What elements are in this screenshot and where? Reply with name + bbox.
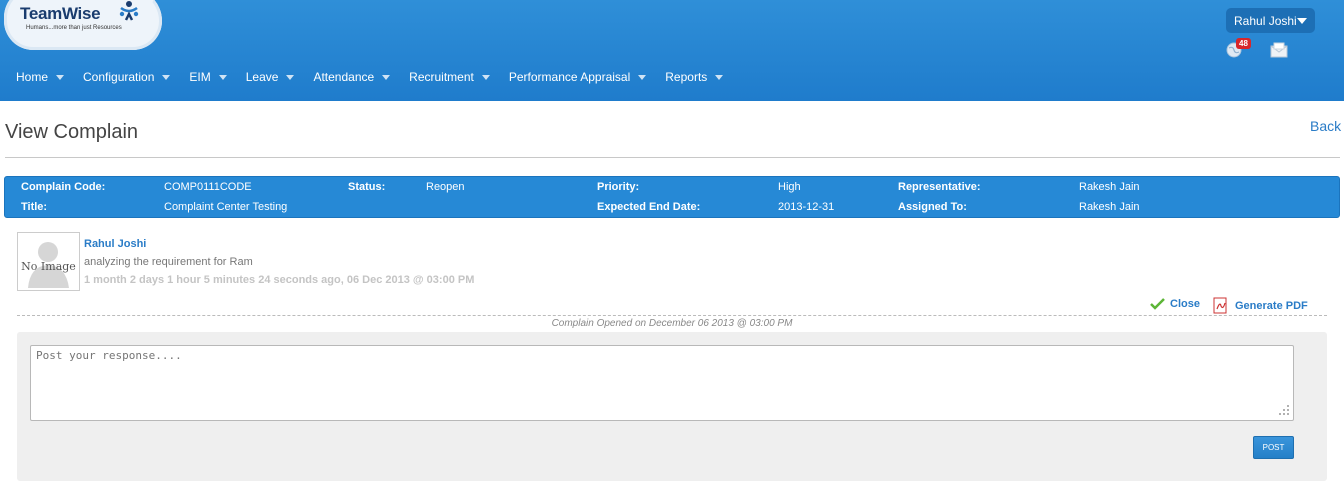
nav-label: EIM: [189, 70, 211, 84]
status-value: Reopen: [426, 181, 465, 193]
end-date-label: Expected End Date:: [597, 201, 701, 213]
user-name: Rahul Joshi: [1234, 14, 1297, 28]
brand-tagline: Humans...more than just Resources: [26, 25, 122, 31]
nav-attendance[interactable]: Attendance: [297, 66, 391, 88]
brand-name: TeamWise: [20, 4, 101, 23]
complain-code-label: Complain Code:: [21, 181, 106, 193]
main-nav: Home Configuration EIM Leave Attendance …: [0, 66, 726, 88]
caret-down-icon: [286, 75, 295, 80]
resize-grip-icon[interactable]: [1278, 404, 1290, 416]
assigned-label: Assigned To:: [898, 201, 967, 213]
check-icon: [1150, 298, 1165, 310]
caret-down-icon: [56, 75, 65, 80]
mail-icon[interactable]: [1270, 42, 1288, 58]
avatar: No Image: [17, 232, 80, 291]
end-date-value: 2013-12-31: [778, 201, 835, 213]
caret-down-icon: [1297, 18, 1307, 24]
app-header: TeamWise Humans...more than just Resourc…: [0, 0, 1344, 101]
page-title: View Complain: [5, 121, 139, 143]
nav-label: Performance Appraisal: [508, 70, 631, 84]
complain-info-bar: Complain Code: COMP0111CODE Title: Compl…: [4, 176, 1340, 218]
generate-pdf-button[interactable]: Generate PDF: [1212, 297, 1308, 314]
comment-author[interactable]: Rahul Joshi: [84, 238, 146, 250]
comment-timestamp: 1 month 2 days 1 hour 5 minutes 24 secon…: [84, 274, 475, 286]
nav-home[interactable]: Home: [0, 66, 65, 88]
caret-down-icon: [715, 75, 724, 80]
generate-pdf-label: Generate PDF: [1235, 299, 1308, 312]
title-label: Title:: [21, 201, 48, 213]
nav-reports[interactable]: Reports: [649, 66, 724, 88]
nav-label: Home: [16, 70, 49, 84]
caret-down-icon: [481, 75, 490, 80]
comment-text: analyzing the requirement for Ram: [84, 256, 253, 268]
nav-label: Attendance: [313, 70, 375, 84]
caret-down-icon: [218, 75, 227, 80]
people-logo-icon: [119, 1, 139, 21]
nav-configuration[interactable]: Configuration: [67, 66, 171, 88]
back-link[interactable]: Back: [1310, 118, 1341, 134]
caret-down-icon: [162, 75, 171, 80]
close-button[interactable]: Close: [1150, 297, 1200, 310]
priority-label: Priority:: [597, 181, 640, 193]
caret-down-icon: [638, 75, 647, 80]
response-input[interactable]: [30, 345, 1294, 421]
dashed-divider: [17, 315, 1327, 316]
representative-label: Representative:: [898, 181, 981, 193]
close-label: Close: [1170, 297, 1200, 310]
nav-recruitment[interactable]: Recruitment: [393, 66, 490, 88]
nav-label: Reports: [665, 70, 708, 84]
notification-badge: 48: [1236, 38, 1251, 49]
opened-note: Complain Opened on December 06 2013 @ 03…: [551, 318, 793, 329]
caret-down-icon: [382, 75, 391, 80]
priority-value: High: [778, 181, 801, 193]
nav-leave[interactable]: Leave: [230, 66, 295, 88]
status-label: Status:: [348, 181, 386, 193]
nav-performance-appraisal[interactable]: Performance Appraisal: [493, 66, 647, 88]
nav-eim[interactable]: EIM: [173, 66, 227, 88]
user-menu-button[interactable]: Rahul Joshi: [1226, 8, 1315, 33]
no-image-text: No Image: [21, 260, 76, 273]
nav-label: Leave: [245, 70, 279, 84]
pdf-icon: [1213, 297, 1227, 314]
representative-value: Rakesh Jain: [1079, 181, 1140, 193]
divider: [5, 157, 1340, 158]
nav-label: Recruitment: [409, 70, 474, 84]
title-value: Complaint Center Testing: [164, 201, 288, 213]
nav-label: Configuration: [83, 70, 155, 84]
assigned-value: Rakesh Jain: [1079, 201, 1140, 213]
complain-code-value: COMP0111CODE: [164, 181, 252, 193]
post-button[interactable]: POST: [1253, 436, 1294, 459]
